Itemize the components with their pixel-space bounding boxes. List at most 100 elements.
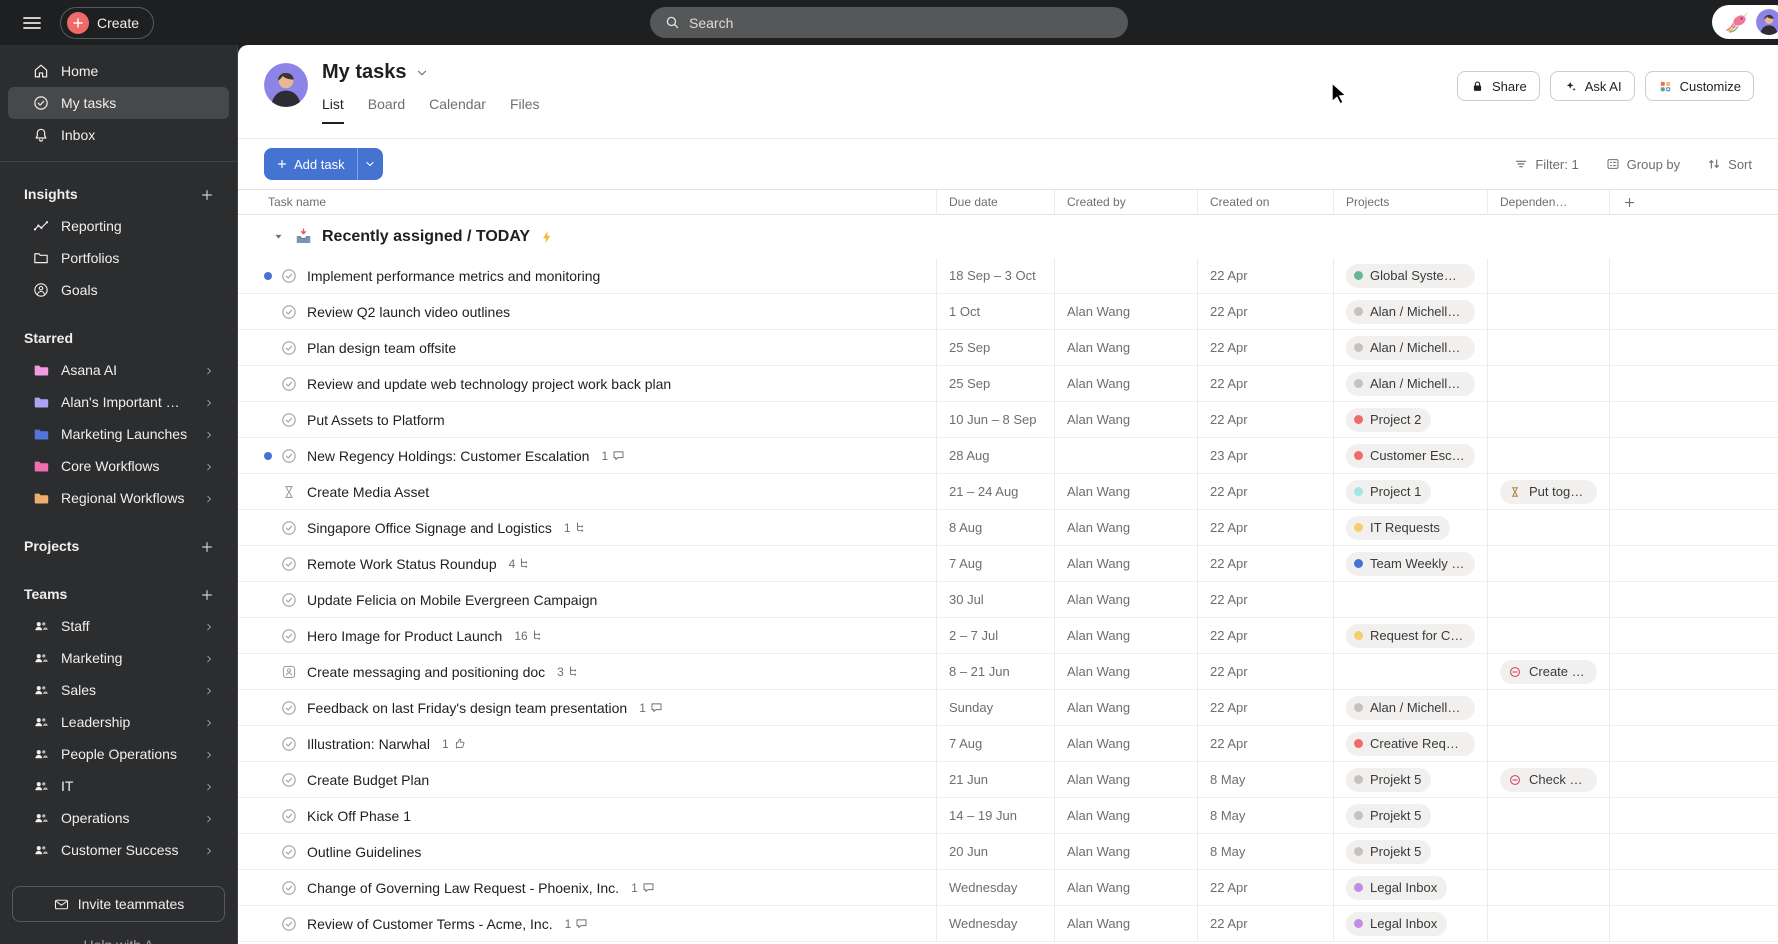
sidebar-item-portfolios[interactable]: Portfolios [8, 242, 229, 274]
dependencies-cell[interactable]: Put toget… [1488, 474, 1610, 509]
task-name[interactable]: Singapore Office Signage and Logistics [307, 520, 552, 536]
task-complete-toggle-icon[interactable] [280, 303, 298, 321]
create-button[interactable]: Create [60, 6, 155, 39]
dependencies-cell[interactable] [1488, 726, 1610, 761]
project-pill[interactable]: Legal Inbox [1346, 875, 1448, 900]
task-complete-toggle-icon[interactable] [280, 627, 298, 645]
chevron-right-icon[interactable] [203, 426, 215, 442]
dependencies-cell[interactable] [1488, 906, 1610, 941]
due-date-cell[interactable]: 1 Oct [937, 294, 1055, 329]
sidebar-item-asana-ai[interactable]: Asana AI [8, 354, 229, 386]
section-title[interactable]: Starred [24, 330, 73, 346]
tab-list[interactable]: List [322, 96, 344, 124]
column-header-task-name[interactable]: Task name [238, 190, 937, 214]
sidebar-item-home[interactable]: Home [8, 55, 229, 87]
project-pill[interactable]: Projekt 5 [1346, 767, 1432, 792]
projects-cell[interactable]: Global System O… [1334, 258, 1488, 293]
task-name[interactable]: Hero Image for Product Launch [307, 628, 502, 644]
dependencies-cell[interactable] [1488, 870, 1610, 905]
chevron-right-icon[interactable] [203, 362, 215, 378]
task-name[interactable]: Review Q2 launch video outlines [307, 304, 510, 320]
projects-cell[interactable]: Customer Escala… [1334, 438, 1488, 473]
project-pill[interactable]: Alan / Michelle 1:1 [1346, 335, 1475, 360]
dependencies-cell[interactable] [1488, 834, 1610, 869]
projects-cell[interactable]: Alan / Michelle 1:1 [1334, 330, 1488, 365]
sidebar-item-regional-workflows[interactable]: Regional Workflows [8, 482, 229, 514]
due-date-cell[interactable]: 8 Aug [937, 510, 1055, 545]
due-date-cell[interactable]: Wednesday [937, 870, 1055, 905]
task-name[interactable]: Feedback on last Friday's design team pr… [307, 700, 627, 716]
collapse-section-icon[interactable] [272, 230, 285, 243]
dependencies-cell[interactable] [1488, 582, 1610, 617]
task-complete-toggle-icon[interactable] [280, 591, 298, 609]
due-date-cell[interactable]: 25 Sep [937, 330, 1055, 365]
due-date-cell[interactable]: 8 – 21 Jun [937, 654, 1055, 689]
dependencies-cell[interactable] [1488, 294, 1610, 329]
due-date-cell[interactable]: 21 Jun [937, 762, 1055, 797]
project-pill[interactable]: Alan / Michelle 1:1 [1346, 695, 1475, 720]
task-name[interactable]: Create messaging and positioning doc [307, 664, 545, 680]
dependencies-cell[interactable] [1488, 258, 1610, 293]
chevron-right-icon[interactable] [203, 746, 215, 762]
project-pill[interactable]: Projekt 5 [1346, 839, 1432, 864]
project-pill[interactable]: IT Requests [1346, 515, 1450, 540]
sidebar-item-core-workflows[interactable]: Core Workflows [8, 450, 229, 482]
my-tasks-avatar[interactable] [264, 63, 308, 107]
projects-cell[interactable]: Request for Crea… [1334, 618, 1488, 653]
dependency-pill[interactable]: Put toget… [1500, 479, 1597, 504]
projects-cell[interactable]: Team Weekly Me… [1334, 546, 1488, 581]
task-name-cell[interactable]: Change of Governing Law Request - Phoeni… [238, 870, 937, 905]
add-icon[interactable] [199, 537, 215, 554]
task-name-cell[interactable]: Review and update web technology project… [238, 366, 937, 401]
task-name[interactable]: New Regency Holdings: Customer Escalatio… [307, 448, 589, 464]
project-pill[interactable]: Alan / Michelle 1:1 [1346, 371, 1475, 396]
tab-calendar[interactable]: Calendar [429, 96, 486, 124]
projects-cell[interactable]: Projekt 5 [1334, 798, 1488, 833]
column-header-created-on[interactable]: Created on [1198, 190, 1334, 214]
add-icon[interactable] [199, 185, 215, 202]
task-complete-toggle-icon[interactable] [280, 267, 298, 285]
task-complete-toggle-icon[interactable] [280, 807, 298, 825]
sidebar-item-staff[interactable]: Staff [8, 610, 229, 642]
project-pill[interactable]: Global System O… [1346, 263, 1475, 288]
task-name-cell[interactable]: Review of Customer Terms - Acme, Inc. 1 [238, 906, 937, 941]
task-name[interactable]: Implement performance metrics and monito… [307, 268, 600, 284]
section-title[interactable]: Teams [24, 586, 67, 602]
share-button[interactable]: Share [1457, 71, 1540, 101]
task-name[interactable]: Outline Guidelines [307, 844, 421, 860]
project-pill[interactable]: Request for Crea… [1346, 623, 1475, 648]
dependencies-cell[interactable] [1488, 546, 1610, 581]
sidebar-item-inbox[interactable]: Inbox [8, 119, 229, 151]
dependencies-cell[interactable] [1488, 438, 1610, 473]
task-name[interactable]: Review of Customer Terms - Acme, Inc. [307, 916, 553, 932]
projects-cell[interactable]: Legal Inbox [1334, 870, 1488, 905]
due-date-cell[interactable]: 14 – 19 Jun [937, 798, 1055, 833]
task-approval-icon[interactable] [280, 663, 298, 681]
task-complete-toggle-icon[interactable] [280, 411, 298, 429]
due-date-cell[interactable]: Sunday [937, 690, 1055, 725]
sidebar-item-my-tasks[interactable]: My tasks [8, 87, 229, 119]
sidebar-item-reporting[interactable]: Reporting [8, 210, 229, 242]
task-name[interactable]: Put Assets to Platform [307, 412, 445, 428]
ask-ai-button[interactable]: Ask AI [1549, 71, 1635, 101]
task-name-cell[interactable]: Illustration: Narwhal 1 [238, 726, 937, 761]
due-date-cell[interactable]: 28 Aug [937, 438, 1055, 473]
sort-button[interactable]: Sort [1706, 156, 1752, 172]
sidebar-item-people-operations[interactable]: People Operations [8, 738, 229, 770]
task-name[interactable]: Remote Work Status Roundup [307, 556, 497, 572]
task-name-cell[interactable]: Kick Off Phase 1 [238, 798, 937, 833]
task-name[interactable]: Illustration: Narwhal [307, 736, 430, 752]
chevron-right-icon[interactable] [203, 650, 215, 666]
dependencies-cell[interactable] [1488, 618, 1610, 653]
project-pill[interactable]: Project 1 [1346, 479, 1432, 504]
task-name-cell[interactable]: Create messaging and positioning doc 3 [238, 654, 937, 689]
task-complete-toggle-icon[interactable] [280, 375, 298, 393]
due-date-cell[interactable]: 21 – 24 Aug [937, 474, 1055, 509]
projects-cell[interactable]: Alan / Michelle 1:1 [1334, 690, 1488, 725]
customize-button[interactable]: Customize [1644, 71, 1754, 101]
section-title[interactable]: Projects [24, 538, 79, 554]
dependencies-cell[interactable] [1488, 510, 1610, 545]
task-complete-toggle-icon[interactable] [280, 843, 298, 861]
chevron-right-icon[interactable] [203, 618, 215, 634]
projects-cell[interactable]: IT Requests [1334, 510, 1488, 545]
